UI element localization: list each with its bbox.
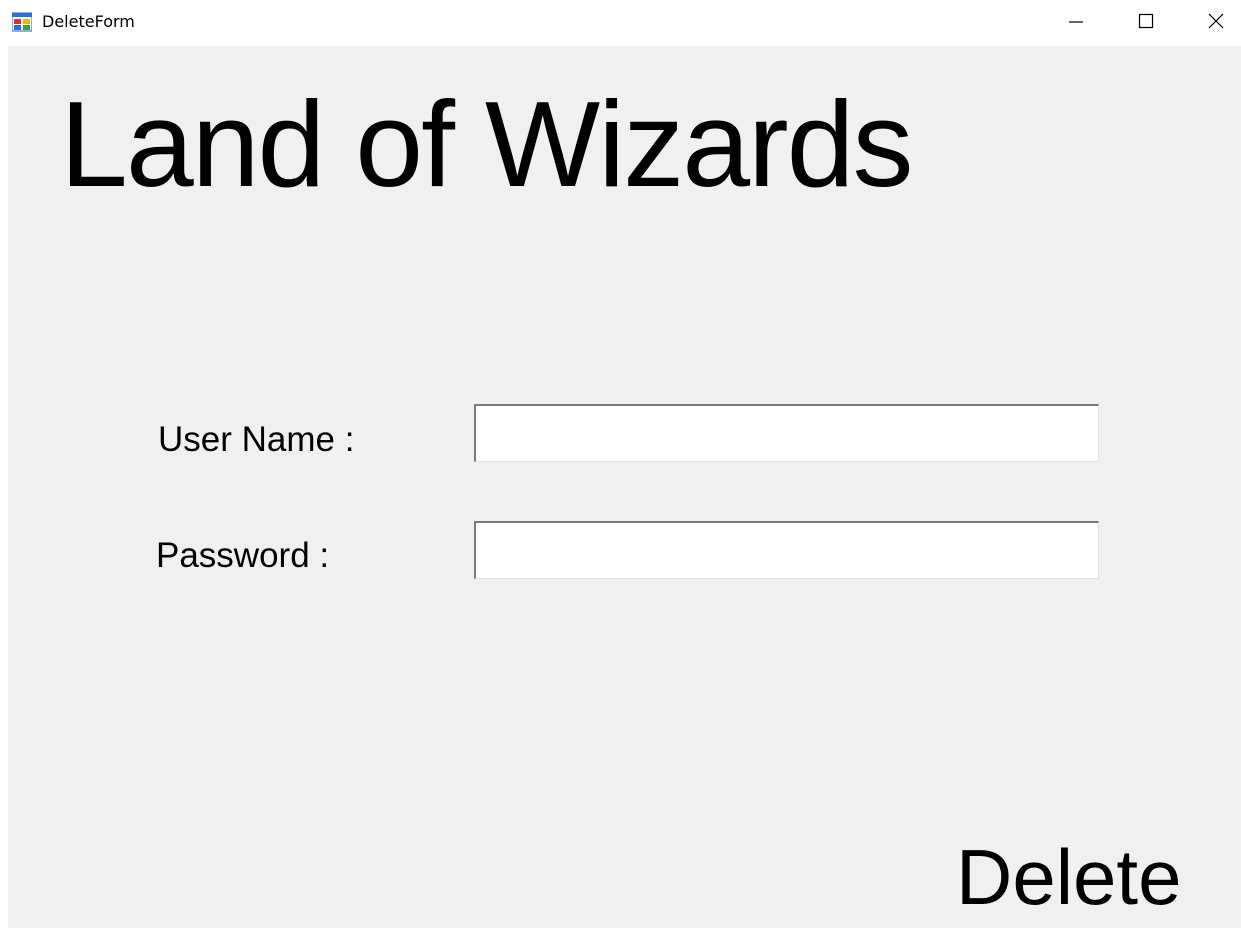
title-bar[interactable]: DeleteForm <box>0 0 1241 46</box>
page-title: Land of Wizards <box>60 76 914 212</box>
maximize-button[interactable] <box>1120 0 1172 46</box>
username-label: User Name : <box>158 420 355 459</box>
password-label: Password : <box>156 536 330 575</box>
app-icon <box>11 12 33 32</box>
delete-form-window: DeleteForm Land of Wizards User Name: P… <box>0 0 1241 928</box>
maximize-icon <box>1138 13 1154 34</box>
close-icon <box>1208 13 1224 34</box>
window-title: DeleteForm <box>42 12 135 31</box>
username-input[interactable] <box>474 404 1099 462</box>
close-button[interactable] <box>1190 0 1241 46</box>
minimize-button[interactable] <box>1050 0 1102 46</box>
password-input[interactable] <box>474 521 1099 579</box>
delete-button[interactable]: Delete <box>956 832 1181 922</box>
form-client-area: Land of Wizards User Name : Password : D… <box>8 46 1241 928</box>
minimize-icon <box>1068 13 1084 34</box>
